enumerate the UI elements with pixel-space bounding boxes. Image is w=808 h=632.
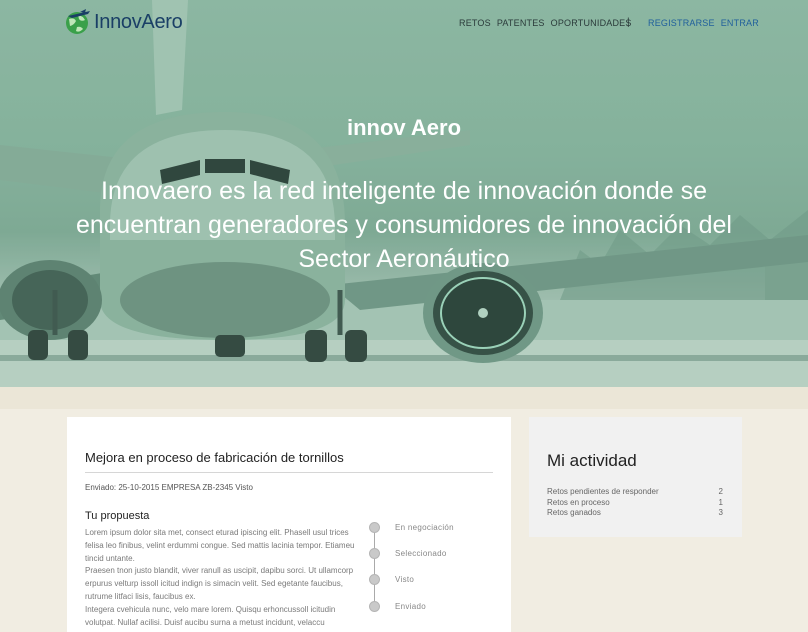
timeline-step: Enviado — [369, 601, 426, 612]
nav-link-retos[interactable]: RETOS — [459, 18, 491, 28]
timeline-step: Visto — [369, 574, 414, 585]
timeline-dot-icon — [369, 601, 380, 612]
activity-label: Retos en proceso — [547, 497, 610, 507]
activity-panel: Mi actividad Retos pendientes de respond… — [529, 417, 742, 537]
activity-list: Retos pendientes de responder 2 Retos en… — [547, 487, 723, 519]
timeline-step: En negociación — [369, 522, 454, 533]
timeline-label: Visto — [395, 575, 415, 584]
logo[interactable]: InnovAero — [64, 8, 183, 36]
main-menu: RETOS PATENTES OPORTUNIDADES — [459, 18, 632, 28]
nav-link-patentes[interactable]: PATENTES — [497, 18, 545, 28]
logo-text: InnovAero — [94, 10, 183, 33]
hero-subtitle: Innovaero es la red inteligente de innov… — [76, 177, 732, 273]
hero-title: innov Aero — [346, 115, 462, 140]
register-link[interactable]: REGISTRARSE — [648, 18, 715, 28]
hero-banner: InnovAero RETOS PATENTES OPORTUNIDADES |… — [0, 0, 808, 387]
nav-link-oportunidades[interactable]: OPORTUNIDADES — [551, 18, 632, 28]
activity-count: 2 — [718, 487, 723, 496]
timeline-dot-icon — [369, 548, 380, 559]
activity-title: Mi actividad — [547, 451, 637, 470]
activity-count: 1 — [718, 497, 723, 507]
proposal-paragraph: Integera cvehicula nunc, velo mare lorem… — [85, 604, 336, 627]
auth-menu: REGISTRARSE ENTRAR — [648, 18, 759, 28]
activity-label: Retos pendientes de responder — [547, 487, 659, 496]
timeline-line — [374, 529, 375, 607]
activity-row[interactable]: Retos ganados 3 — [547, 508, 723, 519]
challenge-card: Mejora en proceso de fabricación de torn… — [67, 417, 511, 632]
activity-row[interactable]: Retos pendientes de responder 2 — [547, 487, 723, 498]
globe-plane-icon — [66, 9, 90, 34]
timeline-label: En negociación — [395, 523, 454, 532]
activity-count: 3 — [718, 508, 723, 517]
login-link[interactable]: ENTRAR — [721, 18, 759, 28]
section-divider — [0, 387, 808, 409]
activity-label: Retos ganados — [547, 508, 601, 517]
top-navigation: InnovAero RETOS PATENTES OPORTUNIDADES |… — [0, 0, 808, 48]
divider — [85, 472, 493, 473]
challenge-meta: Enviado: 25-10-2015 EMPRESA ZB-2345 Vist… — [85, 483, 253, 492]
activity-row[interactable]: Retos en proceso 1 — [547, 498, 723, 509]
proposal-paragraph: Lorem ipsum dolor sita met, consect etur… — [85, 528, 355, 563]
nav-separator: | — [627, 17, 630, 28]
challenge-title[interactable]: Mejora en proceso de fabricación de torn… — [85, 450, 344, 465]
timeline-dot-icon — [369, 522, 380, 533]
proposal-paragraph: Praesen tnon justo blandit, viver ranull… — [85, 566, 354, 601]
timeline-dot-icon — [369, 574, 380, 585]
proposal-text: Lorem ipsum dolor sita met, consect etur… — [85, 527, 357, 629]
status-timeline: En negociación Seleccionado Visto Enviad… — [369, 521, 499, 621]
timeline-label: Seleccionado — [395, 549, 447, 558]
proposal-heading: Tu propuesta — [85, 510, 150, 522]
timeline-step: Seleccionado — [369, 548, 447, 559]
timeline-label: Enviado — [395, 602, 427, 611]
